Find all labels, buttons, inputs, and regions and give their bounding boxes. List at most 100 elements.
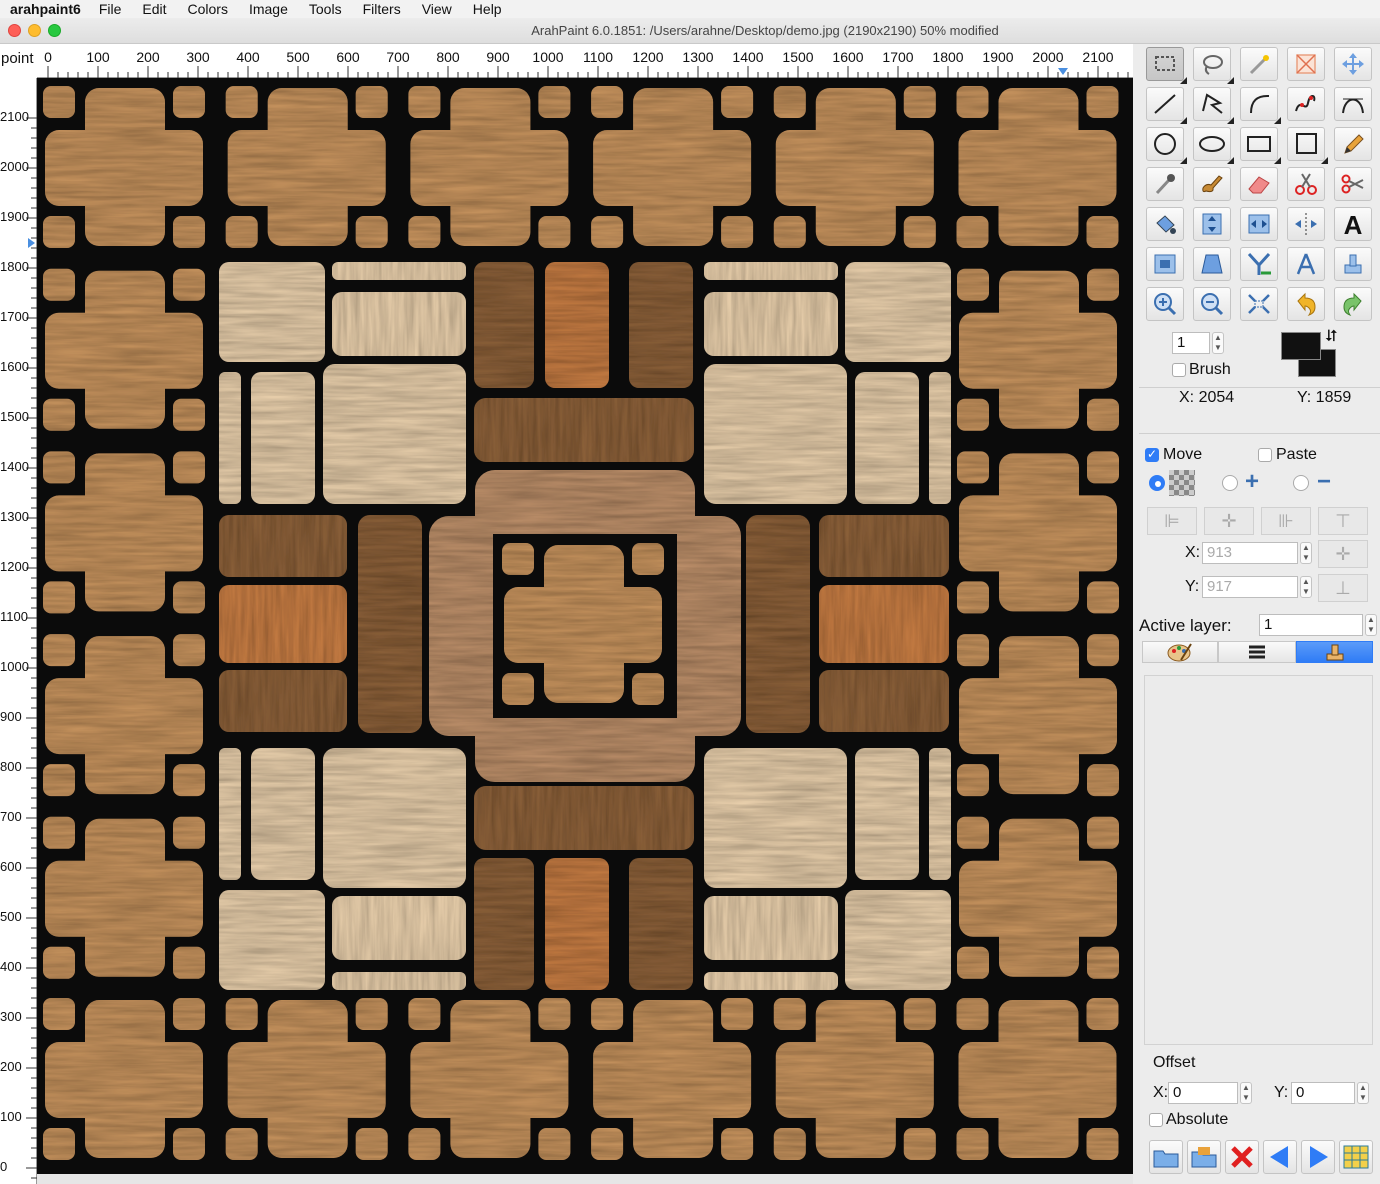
compass-tool[interactable] xyxy=(1287,247,1325,281)
align-bottom-button[interactable]: ⊥ xyxy=(1318,574,1368,602)
add-mode-radio[interactable] xyxy=(1222,475,1238,491)
square-tool[interactable] xyxy=(1287,127,1328,164)
active-layer-field[interactable]: 1 xyxy=(1259,614,1363,636)
circle-tool[interactable] xyxy=(1146,127,1187,164)
cut-pattern-tool[interactable] xyxy=(1334,167,1372,201)
align-center-button[interactable]: ✛ xyxy=(1204,507,1254,535)
crop-tool[interactable] xyxy=(1287,47,1325,81)
eraser-icon xyxy=(1248,176,1270,194)
ruler-label: 900 xyxy=(0,709,22,724)
delete-button[interactable] xyxy=(1225,1140,1259,1174)
image-canvas[interactable] xyxy=(37,78,1133,1174)
tab-layers[interactable] xyxy=(1218,641,1296,663)
pattern-grid-button[interactable] xyxy=(1339,1140,1373,1174)
zoom-in-tool[interactable] xyxy=(1146,287,1184,321)
brush-size-stepper[interactable]: ▲ ▼ xyxy=(1212,332,1224,354)
tab-palette[interactable] xyxy=(1142,641,1218,663)
line-tool[interactable] xyxy=(1146,87,1187,124)
stamp-icon xyxy=(1344,254,1362,274)
magic-wand-tool[interactable] xyxy=(1240,47,1278,81)
layer-list[interactable] xyxy=(1144,675,1373,1045)
brush-tool[interactable] xyxy=(1193,167,1231,201)
swap-colors-icon[interactable]: ⮃ xyxy=(1325,328,1338,346)
eyedropper-icon xyxy=(1155,174,1175,195)
resize-canvas-icon xyxy=(1154,254,1176,274)
magic-wand-icon xyxy=(1249,55,1269,75)
brush-checkbox[interactable] xyxy=(1172,363,1186,377)
rectangle-tool[interactable] xyxy=(1240,127,1281,164)
app-menu[interactable]: arahpaint6 xyxy=(10,1,81,17)
menu-colors[interactable]: Colors xyxy=(188,1,228,17)
ellipse-tool[interactable] xyxy=(1193,127,1234,164)
previous-button[interactable] xyxy=(1263,1140,1297,1174)
corner-tile xyxy=(957,398,989,431)
foreground-color-swatch[interactable] xyxy=(1281,332,1321,360)
freehand-curve-tool[interactable] xyxy=(1287,87,1325,121)
active-layer-stepper[interactable]: ▲ ▼ xyxy=(1365,614,1377,636)
offset-x-field[interactable]: 0 xyxy=(1168,1082,1238,1104)
center-horizontal-button[interactable]: ✛ xyxy=(1318,540,1368,568)
offset-y-stepper[interactable]: ▲ ▼ xyxy=(1357,1082,1369,1104)
mirror-move-tool[interactable] xyxy=(1287,207,1325,241)
subtract-mode-radio[interactable] xyxy=(1293,475,1309,491)
polygon-tool[interactable] xyxy=(1193,87,1234,124)
resize-canvas-tool[interactable] xyxy=(1146,247,1184,281)
menu-edit[interactable]: Edit xyxy=(142,1,166,17)
menu-filters[interactable]: Filters xyxy=(363,1,401,17)
offset-x-stepper[interactable]: ▲ ▼ xyxy=(1240,1082,1252,1104)
tab-stamp[interactable] xyxy=(1296,641,1373,663)
brush-size-field[interactable]: 1 xyxy=(1172,332,1210,354)
dark-bar xyxy=(474,786,694,850)
lasso-tool[interactable] xyxy=(1193,47,1234,84)
eyedropper-tool[interactable] xyxy=(1146,167,1184,201)
ruler-label: 1500 xyxy=(0,409,29,424)
y-fork-tool[interactable] xyxy=(1240,247,1278,281)
menu-view[interactable]: View xyxy=(422,1,452,17)
redo-button[interactable] xyxy=(1334,287,1372,321)
scissors-tool[interactable] xyxy=(1287,167,1325,201)
perspective-tool[interactable] xyxy=(1193,247,1231,281)
vertical-ruler: 2100 2000 1900 1800 1700 1600 1500 1400 1300 1200… xyxy=(0,78,37,1184)
plank xyxy=(629,262,693,388)
arc-tool[interactable] xyxy=(1240,87,1281,124)
corner-tile xyxy=(355,1128,388,1160)
move-x-stepper[interactable]: ▲ ▼ xyxy=(1300,542,1312,564)
menu-help[interactable]: Help xyxy=(473,1,502,17)
offset-y-label: Y: xyxy=(1274,1084,1289,1101)
move-y-stepper[interactable]: ▲ ▼ xyxy=(1300,576,1312,598)
text-tool[interactable]: A xyxy=(1334,207,1372,241)
menu-file[interactable]: File xyxy=(99,1,122,17)
bezier-tool[interactable] xyxy=(1334,87,1372,121)
paint-bucket-tool[interactable] xyxy=(1146,207,1184,241)
fit-window-tool[interactable] xyxy=(1240,287,1278,321)
offset-y-field[interactable]: 0 xyxy=(1291,1082,1355,1104)
move-checkbox[interactable] xyxy=(1145,447,1159,462)
pencil-tool[interactable] xyxy=(1334,127,1372,161)
absolute-checkbox[interactable] xyxy=(1149,1113,1163,1127)
menu-image[interactable]: Image xyxy=(249,1,288,17)
eraser-tool[interactable] xyxy=(1240,167,1278,201)
ruler-label: 2100 xyxy=(1082,49,1114,65)
corner-tile xyxy=(956,86,989,118)
align-left-button[interactable]: ⊫ xyxy=(1147,507,1197,535)
rect-select-tool[interactable] xyxy=(1146,47,1187,84)
open-file-button[interactable] xyxy=(1149,1140,1183,1174)
move-tool[interactable] xyxy=(1334,47,1372,81)
menu-tools[interactable]: Tools xyxy=(309,1,342,17)
next-button[interactable] xyxy=(1301,1140,1335,1174)
crop-icon xyxy=(1296,54,1316,74)
horizontal-scrollbar[interactable] xyxy=(37,1174,1133,1184)
save-file-button[interactable] xyxy=(1187,1140,1221,1174)
paste-checkbox[interactable] xyxy=(1258,448,1272,462)
transparent-mode-radio[interactable] xyxy=(1149,475,1165,491)
move-y-field[interactable]: 917 xyxy=(1202,576,1298,598)
align-top-button[interactable]: ⊤ xyxy=(1318,507,1368,535)
move-x-field[interactable]: 913 xyxy=(1202,542,1298,564)
flip-vertical-tool[interactable] xyxy=(1193,207,1231,241)
undo-button[interactable] xyxy=(1287,287,1325,321)
stamp-tool[interactable] xyxy=(1334,247,1372,281)
zoom-out-tool[interactable] xyxy=(1193,287,1231,321)
align-right-button[interactable]: ⊪ xyxy=(1261,507,1311,535)
flip-horizontal-tool[interactable] xyxy=(1240,207,1278,241)
light-block xyxy=(332,896,466,960)
